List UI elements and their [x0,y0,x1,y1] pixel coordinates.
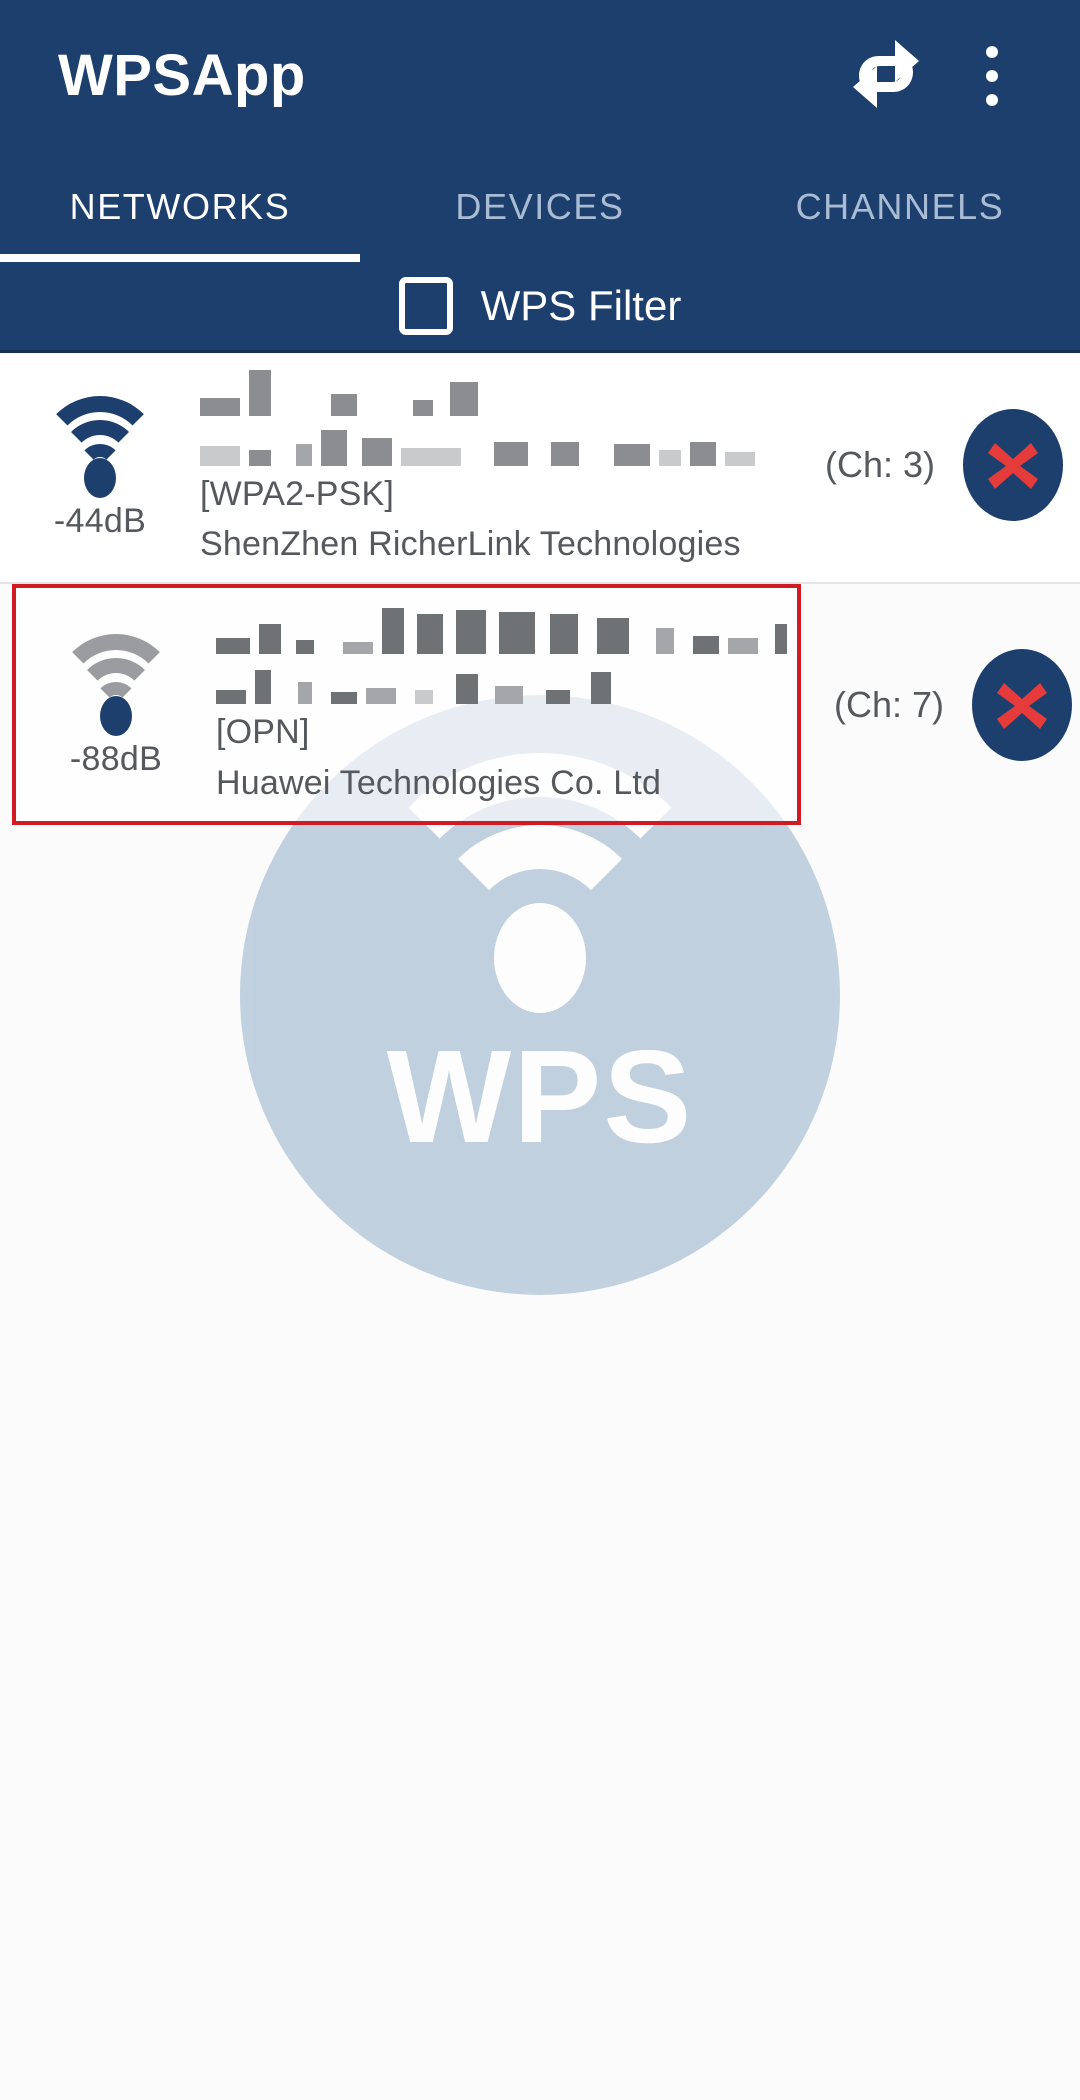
tab-channels-label: CHANNELS [795,186,1005,227]
network-info: [OPN] Huawei Technologies Co. Ltd [216,602,797,804]
network-row[interactable]: -44dB [WPA2-PSK] ShenZhen RicherLink Tec… [0,350,1080,585]
tab-bar: NETWORKS DEVICES CHANNELS [0,152,1080,262]
wps-unsupported-button[interactable] [963,409,1063,522]
wifi-signal-icon [38,395,162,498]
cross-icon [986,437,1040,493]
refresh-button[interactable] [848,38,924,114]
wps-watermark-text: WPS [386,1023,694,1170]
network-row[interactable]: -88dB [OPN] Huawei Technologies Co. Ltd [12,584,801,825]
ssid-redacted-secondary [200,422,755,466]
wifi-signal-icon [54,634,178,737]
tab-networks-label: NETWORKS [69,186,291,227]
ssid-redacted-secondary [216,660,787,705]
network-row-highlighted-wrapper: -88dB [OPN] Huawei Technologies Co. Ltd … [0,584,1080,825]
channel-label: (Ch: 7) [833,683,944,725]
tab-devices[interactable]: DEVICES [360,152,720,262]
signal-cell: -44dB [0,390,200,541]
refresh-icon [849,36,923,117]
vendor-label: Huawei Technologies Co. Ltd [216,763,662,802]
overflow-menu-icon [986,46,1010,106]
overflow-menu-button[interactable] [960,38,1036,114]
app-bar-actions [848,38,1036,114]
channel-label: (Ch: 3) [824,444,935,486]
security-label: [OPN] [216,713,310,752]
vendor-label: ShenZhen RicherLink Technologies [200,525,741,564]
network-list: -44dB [WPA2-PSK] ShenZhen RicherLink Tec… [0,350,1080,825]
action-cell [954,648,1080,761]
tab-devices-label: DEVICES [455,186,625,227]
network-row-trailing: (Ch: 7) [774,584,1080,824]
wps-unsupported-button[interactable] [972,648,1072,761]
security-label: [WPA2-PSK] [200,475,395,513]
tab-networks[interactable]: NETWORKS [0,152,360,262]
app-title: WPSApp [58,43,306,108]
signal-cell: -88dB [16,628,216,779]
wps-filter-label: WPS Filter [480,282,682,329]
action-cell [945,409,1080,522]
tab-channels[interactable]: CHANNELS [720,152,1080,262]
app-bar: WPSApp [0,0,1080,152]
wps-filter-bar: WPS Filter [0,262,1080,353]
ssid-redacted [200,364,755,416]
wps-filter-checkbox[interactable] [398,277,453,335]
ssid-redacted [216,602,787,655]
cross-icon [995,677,1049,733]
networks-content: WPS -44dB [WPA2-PSK] ShenZhen RicherLink… [0,350,1080,2100]
network-info: [WPA2-PSK] ShenZhen RicherLink Technolog… [200,364,765,566]
